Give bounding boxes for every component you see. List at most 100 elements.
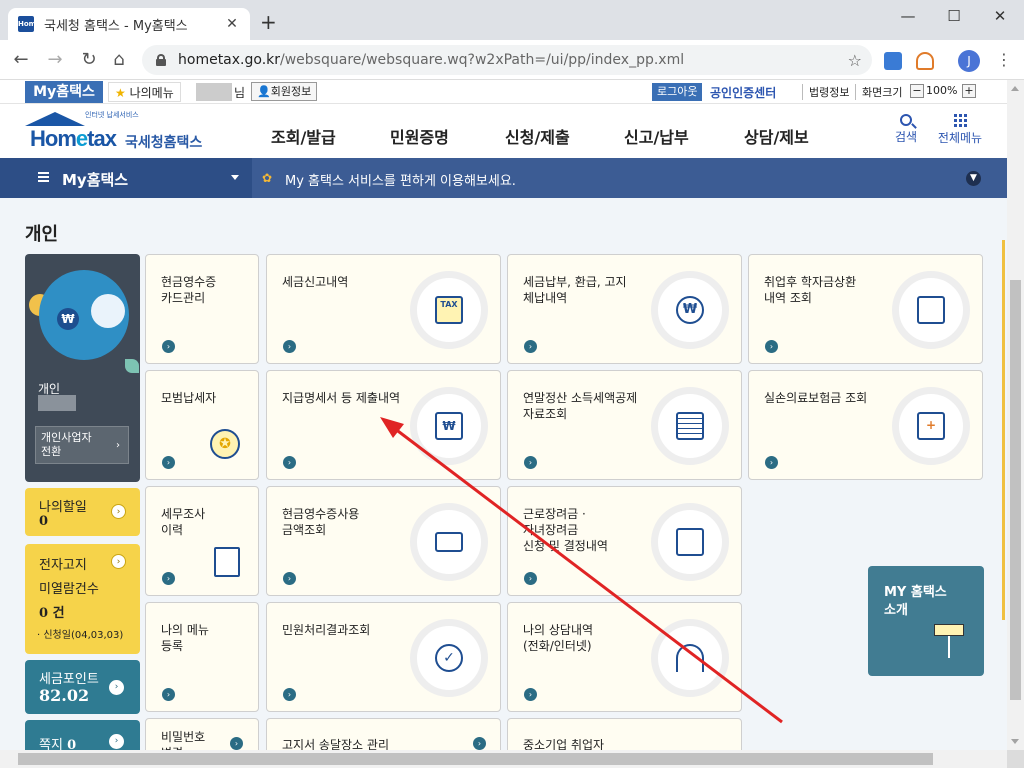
switch-business-button[interactable]: 개인사업자 전환 › [35,426,129,464]
window-close-icon[interactable]: ✕ [986,6,1014,26]
tile-sme-employee[interactable]: 중소기업 취업자 [507,718,742,750]
todo-count: 0 [39,514,49,529]
open-book-plus-icon [676,528,704,556]
home-icon[interactable]: ⌂ [108,49,130,71]
points-value: 82.02 [39,686,90,705]
horizontal-scroll-thumb[interactable] [18,753,933,765]
gnb-apply[interactable]: 신청/제출 [505,124,570,148]
hometax-favicon-icon: Home [18,16,41,32]
bookmark-star-icon[interactable]: ☆ [848,51,862,70]
new-tab-icon[interactable]: + [260,12,277,32]
tile-register-my-menu[interactable]: 나의 메뉴 등록 › [145,602,259,712]
tile-change-password[interactable]: 비밀번호 변경 › [145,718,259,750]
chevron-right-icon: › [524,456,537,469]
back-icon[interactable]: ← [10,49,32,71]
person-icon: 👤 [257,85,271,98]
chevron-right-icon: › [765,456,778,469]
tile-consult-history[interactable]: 나의 상담내역 (전화/인터넷) › [507,602,742,712]
signpost-pole [948,636,950,658]
scroll-up-icon[interactable] [1011,86,1019,91]
tile-tax-report-history[interactable]: 세금신고내역 TAX › [266,254,501,364]
grid-icon [953,114,967,127]
maximize-icon[interactable]: ☐ [940,6,968,26]
screen-size-label: 화면크기 [855,84,902,100]
law-info-link[interactable]: 법령정보 [802,84,849,100]
tile-student-loan[interactable]: 취업후 학자금상환 내역 조회 › [748,254,983,364]
tile-icon-ring: ✓ [410,619,488,697]
tab-close-icon[interactable]: ✕ [224,16,240,32]
tile-tax-audit-history[interactable]: 세무조사 이력 › [145,486,259,596]
tile-icon-ring: + [892,387,970,465]
extension-check-icon[interactable] [884,52,902,70]
tax-points-card[interactable]: 세금포인트 82.02 › [25,660,140,714]
url-text: hometax.go.kr/websquare/websquare.wq?w2x… [178,52,685,68]
gnb-inquiry[interactable]: 조회/발급 [271,124,336,148]
tile-incentive-history[interactable]: 근로장려금 · 자녀장려금 신청 및 결정내역 › [507,486,742,596]
tile-bill-delivery-address[interactable]: 고지서 송달장소 관리 › [266,718,501,750]
tile-label: 세금신고내역 [282,275,349,289]
todo-label: 나의할일 [39,500,87,515]
medical-search-icon: + [917,412,945,440]
logo-roof-icon [25,112,85,126]
tile-label: 현금영수증 카드관리 [161,275,217,305]
reload-icon[interactable]: ↻ [78,49,100,71]
tax-document-icon: TAX [435,296,463,324]
vertical-scroll-thumb[interactable] [1010,280,1021,700]
ebill-label2: 미열람건수 [39,582,99,597]
member-info-button[interactable]: 👤회원정보 [251,82,318,101]
expand-down-icon[interactable]: ▼ [966,171,981,186]
forward-icon[interactable]: → [44,49,66,71]
note-card[interactable]: 쪽지 0 › [25,720,140,750]
caret-down-icon [231,175,239,180]
lock-icon [156,54,166,66]
tile-cash-receipt-card[interactable]: 현금영수증 카드관리 › [145,254,259,364]
scroll-down-icon[interactable] [1011,739,1019,744]
chevron-right-icon: › [162,688,175,701]
tile-medical-insurance[interactable]: 실손의료보험금 조회 + › [748,370,983,480]
cert-center-link[interactable]: 공인인증센터 [710,84,776,101]
chevron-right-icon: › [162,340,175,353]
my-hometax-dropdown[interactable]: My홈택스 [0,158,252,198]
todo-card[interactable]: 나의할일 0 › [25,488,140,536]
user-name-suffix: 님 [234,86,246,100]
spreadsheet-icon [676,412,704,440]
tile-year-end-settlement[interactable]: 연말정산 소득세액공제 자료조회 › [507,370,742,480]
tile-model-taxpayer[interactable]: 모범납세자 ✪ › [145,370,259,480]
tab-title: 국세청 홈택스 - My홈택스 [44,18,188,34]
hometax-logo[interactable]: 인터넷 납세서비스 Hometax 국세청홈택스 [25,108,215,156]
chevron-right-icon: › [765,340,778,353]
web-page: My홈택스 ★ 나의메뉴 님 👤회원정보 로그아웃 공인인증센터 법령정보 화면… [0,80,1007,750]
tile-civil-result[interactable]: 민원처리결과조회 ✓ › [266,602,501,712]
browser-tab[interactable]: Home 국세청 홈택스 - My홈택스 ✕ [8,8,250,40]
zoom-out-button[interactable]: − [910,84,924,98]
logo-korean: 국세청홈택스 [125,135,203,151]
extension-lock-icon[interactable] [916,52,934,70]
points-label: 세금포인트 [39,672,99,687]
tile-payment-statement[interactable]: 지급명세서 등 제출내역 ₩ › [266,370,501,480]
minimize-icon[interactable]: — [894,6,922,26]
my-hometax-intro-card[interactable]: MY 홈택스 소개 [868,566,984,676]
address-bar[interactable]: hometax.go.kr/websquare/websquare.wq?w2x… [142,45,872,75]
zoom-in-button[interactable]: + [962,84,976,98]
search-button[interactable]: 검색 [893,114,919,145]
logout-button[interactable]: 로그아웃 [652,83,703,101]
my-hometax-button[interactable]: My홈택스 [25,81,103,103]
my-intro-label: MY 홈택스 소개 [884,585,947,618]
signpost-icon [934,624,964,636]
tile-tax-payment-history[interactable]: 세금납부, 환급, 고지 체납내역 ₩ › [507,254,742,364]
gnb-certificates[interactable]: 민원증명 [390,124,449,148]
ebill-card[interactable]: 전자고지 미열람건수 0 건 · 신청일(04,03,03) › [25,544,140,654]
my-menu-button[interactable]: ★ 나의메뉴 [108,82,181,102]
vertical-scrollbar[interactable] [1007,80,1024,750]
profile-avatar[interactable]: J [958,50,980,72]
gnb-consult[interactable]: 상담/제보 [744,124,809,148]
tile-cash-receipt-amount[interactable]: 현금영수증사용 금액조회 › [266,486,501,596]
all-menu-button[interactable]: 전체메뉴 [935,114,985,146]
gnb-report-pay[interactable]: 신고/납부 [624,124,689,148]
browser-menu-icon[interactable]: ⋮ [996,50,1012,70]
browser-tab-strip: Home 국세청 홈택스 - My홈택스 ✕ + — ☐ ✕ [0,0,1024,40]
horizontal-scrollbar[interactable] [0,750,1007,768]
chevron-right-icon: › [230,737,243,750]
tile-icon-ring: ₩ [651,271,729,349]
main-navigation: 인터넷 납세서비스 Hometax 국세청홈택스 조회/발급 민원증명 신청/제… [0,104,1007,158]
